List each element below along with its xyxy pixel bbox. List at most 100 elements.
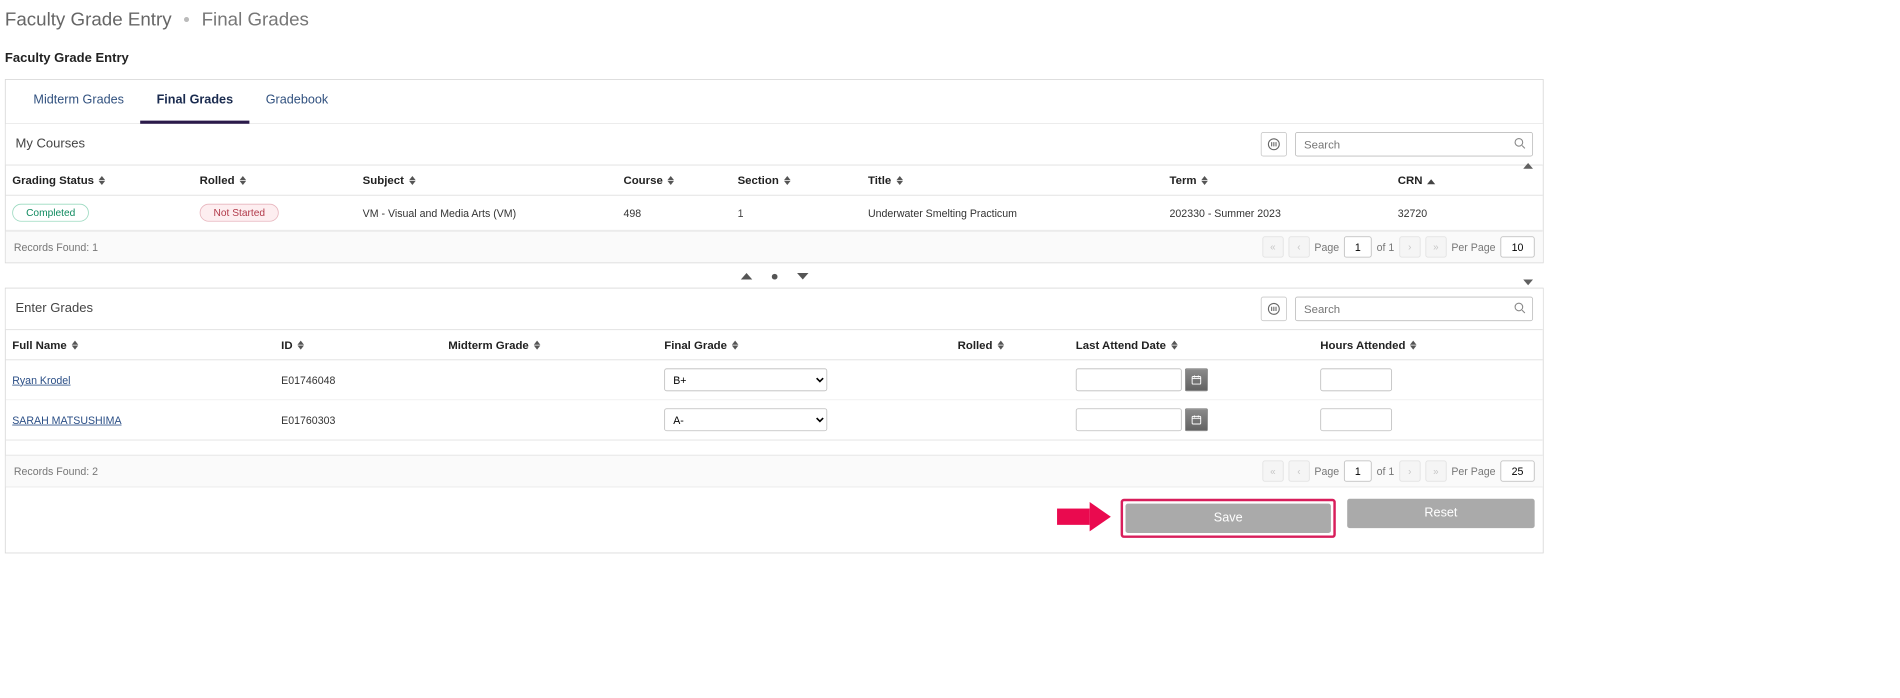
cell-course: 498	[623, 207, 737, 219]
col-midterm-grade[interactable]: Midterm Grade	[448, 338, 529, 351]
pager-page-input[interactable]	[1344, 460, 1372, 481]
hours-attended-input[interactable]	[1320, 368, 1392, 391]
breadcrumb-root[interactable]: Faculty Grade Entry	[5, 8, 172, 29]
per-page-label: Per Page	[1451, 465, 1495, 477]
pager-prev-button[interactable]: ‹	[1288, 460, 1309, 481]
last-attend-date-input[interactable]	[1076, 408, 1182, 431]
divider-handle-icon[interactable]	[771, 274, 777, 280]
final-grade-select[interactable]: A-	[664, 408, 827, 431]
pager-last-button[interactable]: »	[1425, 236, 1446, 257]
pager-prev-button[interactable]: ‹	[1288, 236, 1309, 257]
sort-icon[interactable]	[1201, 176, 1208, 185]
breadcrumb-separator-icon: •	[183, 8, 190, 29]
col-section[interactable]: Section	[738, 174, 779, 187]
pager-first-button[interactable]: «	[1262, 460, 1283, 481]
final-grade-select[interactable]: B+	[664, 368, 827, 391]
date-picker-button[interactable]	[1185, 408, 1208, 431]
breadcrumb-current: Final Grades	[202, 8, 309, 29]
sort-icon[interactable]	[72, 340, 79, 349]
enter-grades-title: Enter Grades	[15, 302, 93, 317]
courses-footer: Records Found: 1 « ‹ Page of 1 › » Per P…	[6, 231, 1543, 263]
col-rolled[interactable]: Rolled	[958, 338, 993, 351]
last-attend-date-input[interactable]	[1076, 368, 1182, 391]
columns-icon	[1267, 138, 1280, 151]
tab-gradebook[interactable]: Gradebook	[249, 80, 344, 123]
col-subject[interactable]: Subject	[363, 174, 404, 187]
date-picker-button[interactable]	[1185, 368, 1208, 391]
sort-icon[interactable]	[297, 340, 304, 349]
sort-icon[interactable]	[668, 176, 675, 185]
sort-asc-icon[interactable]	[1427, 174, 1435, 187]
status-badge-not-started: Not Started	[200, 204, 279, 222]
columns-settings-button[interactable]	[1261, 132, 1287, 156]
breadcrumb: Faculty Grade Entry • Final Grades	[0, 0, 1549, 45]
scroll-down-icon[interactable]	[1523, 280, 1533, 286]
col-title[interactable]: Title	[868, 174, 891, 187]
col-term[interactable]: Term	[1170, 174, 1197, 187]
per-page-label: Per Page	[1451, 241, 1495, 253]
grades-records-found: Records Found: 2	[14, 465, 98, 477]
sort-icon[interactable]	[732, 340, 739, 349]
col-crn[interactable]: CRN	[1398, 174, 1423, 187]
pager-page-input[interactable]	[1344, 236, 1372, 257]
col-grading-status[interactable]: Grading Status	[12, 174, 94, 187]
tabs: Midterm Grades Final Grades Gradebook	[6, 80, 1543, 124]
sort-icon[interactable]	[784, 176, 791, 185]
cell-term: 202330 - Summer 2023	[1170, 207, 1398, 219]
col-full-name[interactable]: Full Name	[12, 338, 67, 351]
pager-first-button[interactable]: «	[1262, 236, 1283, 257]
grades-footer: Records Found: 2 « ‹ Page of 1 › » Per P…	[6, 455, 1543, 487]
course-row[interactable]: Completed Not Started VM - Visual and Me…	[6, 196, 1543, 231]
courses-search-input[interactable]	[1295, 132, 1533, 156]
col-id[interactable]: ID	[281, 338, 292, 351]
col-hours-attended[interactable]: Hours Attended	[1320, 338, 1405, 351]
cell-section: 1	[738, 207, 868, 219]
pager-next-button[interactable]: ›	[1399, 236, 1420, 257]
columns-settings-button[interactable]	[1261, 297, 1287, 321]
student-id: E01760303	[281, 414, 448, 426]
hours-attended-input[interactable]	[1320, 408, 1392, 431]
my-courses-title: My Courses	[15, 137, 85, 152]
highlight-arrow-icon	[1057, 502, 1111, 531]
student-id: E01746048	[281, 374, 448, 386]
sort-icon[interactable]	[239, 176, 246, 185]
grades-search-input[interactable]	[1295, 297, 1533, 321]
calendar-icon	[1191, 374, 1202, 385]
col-course[interactable]: Course	[623, 174, 662, 187]
pager-page-label: Page	[1314, 465, 1339, 477]
sort-icon[interactable]	[1410, 340, 1417, 349]
columns-icon	[1267, 302, 1280, 315]
student-row: Ryan Krodel E01746048 B+	[6, 360, 1543, 400]
pager-of-label: of 1	[1377, 465, 1395, 477]
sort-icon[interactable]	[896, 176, 903, 185]
cell-subject: VM - Visual and Media Arts (VM)	[363, 207, 624, 219]
sort-icon[interactable]	[409, 176, 416, 185]
pager-page-label: Page	[1314, 241, 1339, 253]
expand-up-icon[interactable]	[740, 273, 751, 280]
student-name-link[interactable]: Ryan Krodel	[12, 374, 70, 386]
expand-down-icon[interactable]	[797, 273, 808, 280]
tab-midterm-grades[interactable]: Midterm Grades	[17, 80, 140, 123]
sort-icon[interactable]	[99, 176, 106, 185]
student-name-link[interactable]: SARAH MATSUSHIMA	[12, 414, 121, 426]
tab-final-grades[interactable]: Final Grades	[140, 80, 249, 124]
pager-next-button[interactable]: ›	[1399, 460, 1420, 481]
cell-title: Underwater Smelting Practicum	[868, 207, 1170, 219]
col-final-grade[interactable]: Final Grade	[664, 338, 727, 351]
col-last-attend[interactable]: Last Attend Date	[1076, 338, 1166, 351]
sort-icon[interactable]	[1171, 340, 1178, 349]
search-icon[interactable]	[1513, 302, 1526, 317]
sort-icon[interactable]	[534, 340, 541, 349]
scrollbar-indicator[interactable]	[1523, 163, 1536, 285]
save-button[interactable]: Save	[1126, 504, 1331, 533]
col-rolled[interactable]: Rolled	[200, 174, 235, 187]
action-bar: Save Reset	[6, 487, 1543, 553]
reset-button[interactable]: Reset	[1347, 499, 1534, 528]
sort-icon[interactable]	[997, 340, 1004, 349]
scroll-up-icon[interactable]	[1523, 163, 1533, 169]
search-icon[interactable]	[1513, 137, 1526, 152]
grades-header-row: Full Name ID Midterm Grade Final Grade R…	[6, 330, 1543, 360]
pager-last-button[interactable]: »	[1425, 460, 1446, 481]
per-page-input[interactable]	[1500, 460, 1534, 481]
courses-records-found: Records Found: 1	[14, 241, 98, 253]
